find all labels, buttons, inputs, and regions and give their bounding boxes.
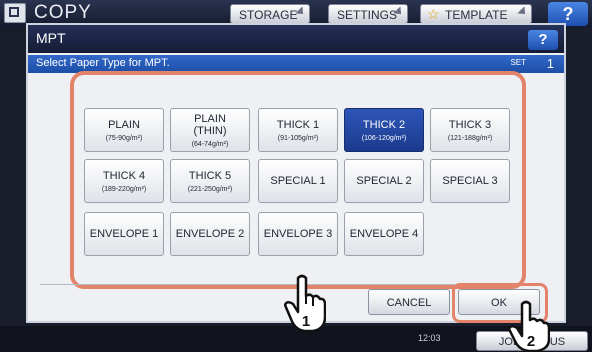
grid-highlight-callout [70, 71, 526, 289]
star-icon: ☆ [427, 6, 440, 22]
storage-label: STORAGE [239, 8, 298, 22]
hand-pointer-icon: 1 [284, 274, 326, 333]
template-button[interactable]: ☆ TEMPLATE [420, 4, 532, 24]
app-title: COPY [34, 2, 92, 23]
settings-label: SETTINGS [337, 8, 398, 22]
step-2-label: 2 [527, 333, 535, 350]
step-1-label: 1 [302, 313, 310, 330]
copy-icon [4, 3, 26, 23]
instruction-text: Select Paper Type for MPT. [36, 57, 170, 69]
clock: 12:03 [418, 333, 441, 343]
cancel-button[interactable]: CANCEL [368, 289, 450, 315]
dialog-header: MPT ? [28, 25, 564, 53]
settings-button[interactable]: SETTINGS [328, 4, 408, 24]
dialog-help-button[interactable]: ? [528, 30, 558, 50]
chevron-icon [517, 6, 529, 18]
storage-button[interactable]: STORAGE [230, 4, 310, 24]
template-label: TEMPLATE [445, 8, 508, 22]
set-value: 1 [546, 56, 554, 71]
hand-pointer-icon: 2 [508, 300, 550, 352]
set-label: SET [510, 58, 526, 67]
dialog-title: MPT [36, 30, 66, 46]
